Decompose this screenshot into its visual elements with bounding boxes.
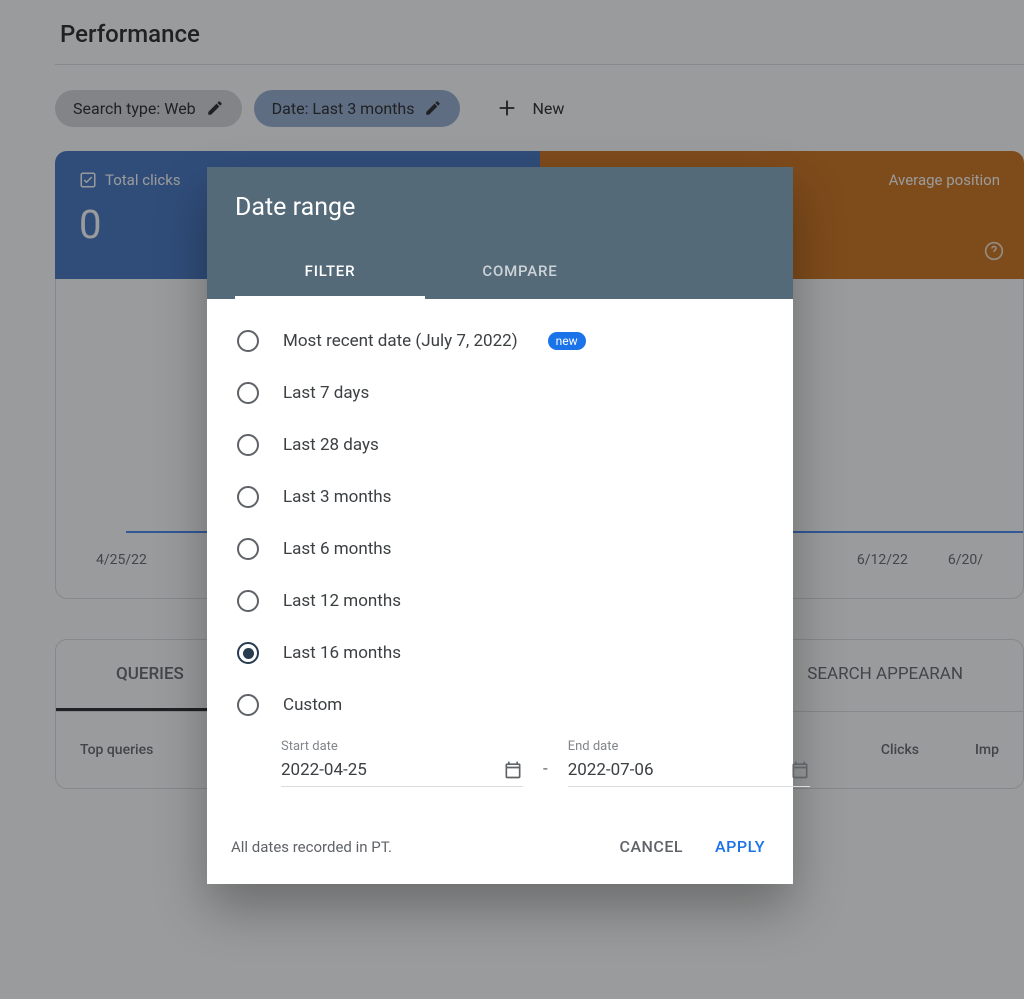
modal-title: Date range: [235, 193, 765, 222]
modal-tab-filter[interactable]: FILTER: [235, 246, 425, 299]
radio-last-28-days[interactable]: Last 28 days: [217, 419, 783, 471]
end-date-label: End date: [568, 739, 810, 754]
radio-icon: [237, 590, 259, 612]
radio-label: Last 16 months: [283, 643, 401, 663]
radio-label: Most recent date (July 7, 2022): [283, 331, 518, 351]
footer-note: All dates recorded in PT.: [231, 838, 592, 856]
radio-icon-selected: [237, 642, 259, 664]
start-date-input[interactable]: [281, 760, 503, 780]
radio-last-7-days[interactable]: Last 7 days: [217, 367, 783, 419]
cancel-button[interactable]: CANCEL: [616, 829, 688, 864]
radio-icon: [237, 538, 259, 560]
date-range-modal: Date range FILTER COMPARE Most recent da…: [207, 167, 793, 884]
radio-last-3-months[interactable]: Last 3 months: [217, 471, 783, 523]
modal-body: Most recent date (July 7, 2022) new Last…: [207, 299, 793, 809]
radio-last-16-months[interactable]: Last 16 months: [217, 627, 783, 679]
calendar-icon[interactable]: [503, 760, 523, 780]
radio-label: Last 28 days: [283, 435, 379, 455]
radio-last-6-months[interactable]: Last 6 months: [217, 523, 783, 575]
radio-most-recent[interactable]: Most recent date (July 7, 2022) new: [217, 315, 783, 367]
end-date-field[interactable]: End date: [568, 739, 810, 787]
radio-last-12-months[interactable]: Last 12 months: [217, 575, 783, 627]
radio-icon: [237, 382, 259, 404]
badge-new: new: [548, 332, 586, 350]
calendar-icon[interactable]: [790, 760, 810, 780]
radio-label: Last 3 months: [283, 487, 391, 507]
modal-header: Date range FILTER COMPARE: [207, 167, 793, 299]
start-date-field[interactable]: Start date: [281, 739, 523, 787]
apply-button[interactable]: APPLY: [711, 829, 769, 864]
modal-footer: All dates recorded in PT. CANCEL APPLY: [207, 809, 793, 884]
end-date-input[interactable]: [568, 760, 790, 780]
date-range-inputs: Start date - End date: [217, 731, 783, 803]
radio-label: Custom: [283, 695, 342, 715]
radio-label: Last 7 days: [283, 383, 369, 403]
radio-icon: [237, 486, 259, 508]
modal-tab-compare[interactable]: COMPARE: [425, 246, 615, 299]
radio-icon: [237, 694, 259, 716]
radio-icon: [237, 330, 259, 352]
radio-label: Last 12 months: [283, 591, 401, 611]
radio-label: Last 6 months: [283, 539, 391, 559]
radio-custom[interactable]: Custom: [217, 679, 783, 731]
radio-icon: [237, 434, 259, 456]
start-date-label: Start date: [281, 739, 523, 754]
date-separator: -: [543, 759, 548, 787]
